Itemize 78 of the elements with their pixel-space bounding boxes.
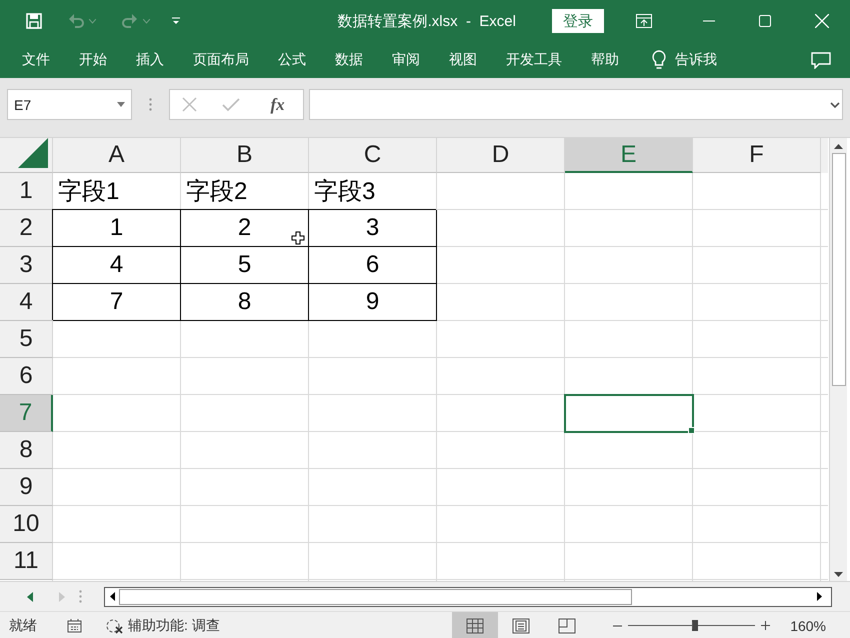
table-cell-text: 字段3 (313, 177, 376, 207)
row-header[interactable]: 1 (0, 173, 53, 210)
ribbon-tab[interactable]: 审阅 (392, 51, 420, 69)
table-cell: 7 (53, 284, 181, 321)
comment-icon[interactable] (811, 52, 831, 68)
column-header[interactable]: A (53, 138, 181, 173)
accessibility-icon[interactable] (106, 618, 124, 634)
zoom-slider[interactable] (628, 620, 756, 631)
lightbulb-icon[interactable] (652, 50, 666, 70)
window-title: 数据转置案例.xlsx - Excel (338, 12, 516, 30)
horizontal-scrollbar[interactable] (104, 586, 832, 606)
grip-icon[interactable] (79, 590, 82, 603)
login-button[interactable]: 登录 (552, 9, 604, 33)
close-icon[interactable] (815, 14, 829, 28)
row-header[interactable]: 5 (0, 321, 53, 358)
table-cell: 3 (309, 210, 437, 247)
save-icon[interactable] (26, 13, 42, 29)
maximize-icon[interactable] (759, 15, 771, 27)
minimize-icon[interactable] (703, 20, 715, 22)
expand-caret-icon[interactable] (830, 102, 840, 108)
table-cell: 5 (181, 247, 309, 284)
zoom-slider-thumb[interactable] (692, 620, 698, 631)
page-layout-view-icon (512, 618, 530, 634)
scroll-up-icon[interactable] (834, 144, 843, 149)
name-box[interactable]: E7 (7, 89, 132, 120)
status-text: 就绪 (9, 616, 37, 634)
scroll-down-icon[interactable] (834, 572, 843, 577)
selected-cell[interactable] (565, 395, 693, 432)
row-header[interactable]: 6 (0, 358, 53, 395)
row-header[interactable]: 2 (0, 210, 53, 247)
insert-function-button[interactable]: fx (264, 94, 291, 116)
dropdown-caret-icon[interactable] (117, 102, 125, 107)
ribbon-tab[interactable]: 开始 (79, 51, 107, 69)
table-cell: 9 (309, 284, 437, 321)
page-break-view-icon (558, 618, 576, 634)
column-header[interactable]: F (693, 138, 821, 173)
formula-input[interactable] (309, 89, 843, 120)
previous-sheet-icon[interactable] (27, 592, 33, 602)
scroll-right-icon[interactable] (817, 592, 822, 601)
normal-view-icon (466, 618, 484, 634)
table-cell: 1 (53, 210, 181, 247)
row-header[interactable]: 7 (0, 395, 53, 432)
ribbon-tab[interactable]: 公式 (278, 51, 306, 69)
zoom-in-icon[interactable] (761, 621, 770, 630)
vertical-scrollbar[interactable] (829, 138, 847, 581)
ribbon-tab[interactable]: 帮助 (591, 51, 619, 69)
ribbon-tab[interactable]: 数据 (335, 51, 363, 69)
ribbon-tab[interactable]: 视图 (449, 51, 477, 69)
check-icon[interactable] (222, 98, 240, 112)
table-cell: 8 (181, 284, 309, 321)
column-header[interactable]: D (437, 138, 565, 173)
ribbon-tab[interactable]: 文件 (22, 51, 50, 69)
row-header[interactable]: 8 (0, 432, 53, 469)
accessibility-status[interactable]: 辅助功能: 调查 (128, 616, 220, 634)
row-header[interactable]: 10 (0, 506, 53, 543)
macro-record-icon[interactable] (67, 618, 82, 633)
tell-me-search[interactable]: 告诉我 (675, 51, 717, 69)
ribbon-tab[interactable]: 开发工具 (506, 51, 562, 69)
cursor-icon (291, 231, 305, 245)
zoom-level[interactable]: 160% (790, 618, 826, 634)
ribbon-tab[interactable]: 插入 (136, 51, 164, 69)
grip-icon[interactable] (149, 98, 152, 111)
ribbon-display-icon[interactable] (636, 14, 652, 28)
ribbon-tab[interactable]: 页面布局 (193, 51, 249, 69)
table-cell-text: 字段2 (185, 177, 248, 207)
table-cell: 6 (309, 247, 437, 284)
row-header[interactable]: 9 (0, 469, 53, 506)
customize-caret-icon[interactable] (172, 17, 180, 25)
table-cell: 4 (53, 247, 181, 284)
scroll-left-icon[interactable] (110, 592, 115, 601)
column-header[interactable]: B (181, 138, 309, 173)
row-header[interactable]: 3 (0, 247, 53, 284)
row-header[interactable]: 11 (0, 543, 53, 580)
normal-view-button[interactable] (452, 612, 498, 638)
column-header[interactable]: E (565, 138, 693, 173)
column-header[interactable]: C (309, 138, 437, 173)
table-cell-text: 字段1 (57, 177, 120, 207)
row-header[interactable]: 4 (0, 284, 53, 321)
